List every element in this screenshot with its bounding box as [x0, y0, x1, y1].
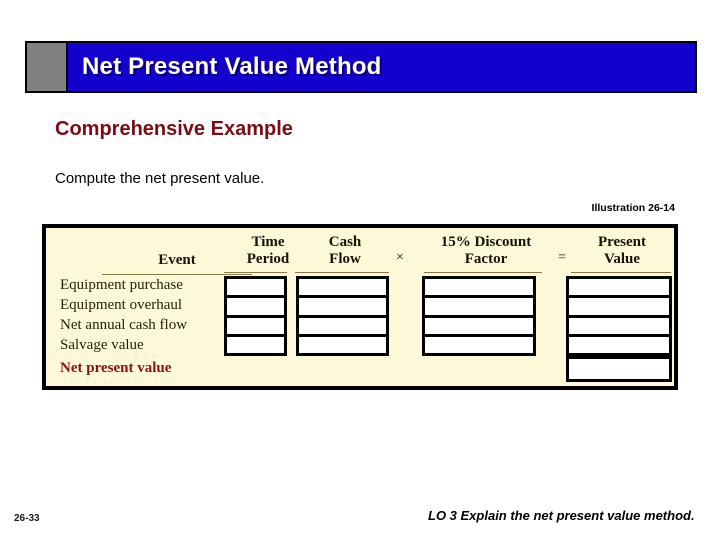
input-cell-discount-factor-1[interactable]	[425, 279, 533, 299]
slide-title-banner: Net Present Value Method	[25, 41, 697, 93]
column-header-present-value: Present Value	[597, 234, 647, 267]
footer-learning-objective: LO 3 Explain the net present value metho…	[428, 508, 695, 523]
column-rule-event	[102, 274, 252, 275]
column-rule-present-value	[571, 272, 671, 273]
title-bar-body: Net Present Value Method	[68, 43, 695, 91]
input-cell-discount-factor-4[interactable]	[425, 336, 533, 353]
footer-page-number: 26-33	[14, 513, 40, 524]
row-label-equipment-purchase: Equipment purchase	[60, 277, 183, 293]
input-cell-cash-flow-3[interactable]	[299, 317, 386, 337]
row-label-salvage-value: Salvage value	[60, 337, 144, 353]
input-boxes-discount-factor	[422, 276, 536, 356]
slide-lead-text: Compute the net present value.	[55, 170, 265, 187]
input-cell-present-value-3[interactable]	[569, 317, 669, 337]
column-rule-cash-flow	[295, 272, 389, 273]
row-label-net-present-value: Net present value	[60, 360, 172, 376]
slide-subtitle: Comprehensive Example	[55, 118, 293, 140]
input-cell-net-present-value-total[interactable]	[566, 356, 672, 382]
input-cell-discount-factor-3[interactable]	[425, 317, 533, 337]
input-cell-present-value-2[interactable]	[569, 298, 669, 318]
input-cell-time-period-1[interactable]	[227, 279, 284, 299]
column-header-cash-flow: Cash Flow	[328, 234, 362, 267]
operator-multiply: ×	[396, 250, 404, 265]
npv-illustration-table: Event Time Period Cash Flow × 15% Discou…	[42, 224, 678, 390]
input-boxes-present-value	[566, 276, 672, 356]
illustration-label: Illustration 26-14	[591, 202, 675, 214]
input-cell-cash-flow-4[interactable]	[299, 336, 386, 353]
title-accent-block	[27, 43, 68, 91]
input-boxes-time-period	[224, 276, 287, 356]
row-label-equipment-overhaul: Equipment overhaul	[60, 297, 183, 313]
input-cell-present-value-1[interactable]	[569, 279, 669, 299]
input-cell-cash-flow-1[interactable]	[299, 279, 386, 299]
input-boxes-cash-flow	[296, 276, 389, 356]
input-cell-time-period-2[interactable]	[227, 298, 284, 318]
column-header-discount-factor: 15% Discount Factor	[440, 234, 532, 267]
column-rule-time-period	[224, 272, 287, 273]
input-cell-time-period-4[interactable]	[227, 336, 284, 353]
row-label-net-annual-cash-flow: Net annual cash flow	[60, 317, 188, 333]
input-cell-time-period-3[interactable]	[227, 317, 284, 337]
input-cell-discount-factor-2[interactable]	[425, 298, 533, 318]
input-cell-present-value-4[interactable]	[569, 336, 669, 353]
page-title: Net Present Value Method	[82, 53, 382, 80]
column-rule-discount-factor	[424, 272, 542, 273]
input-cell-cash-flow-2[interactable]	[299, 298, 386, 318]
